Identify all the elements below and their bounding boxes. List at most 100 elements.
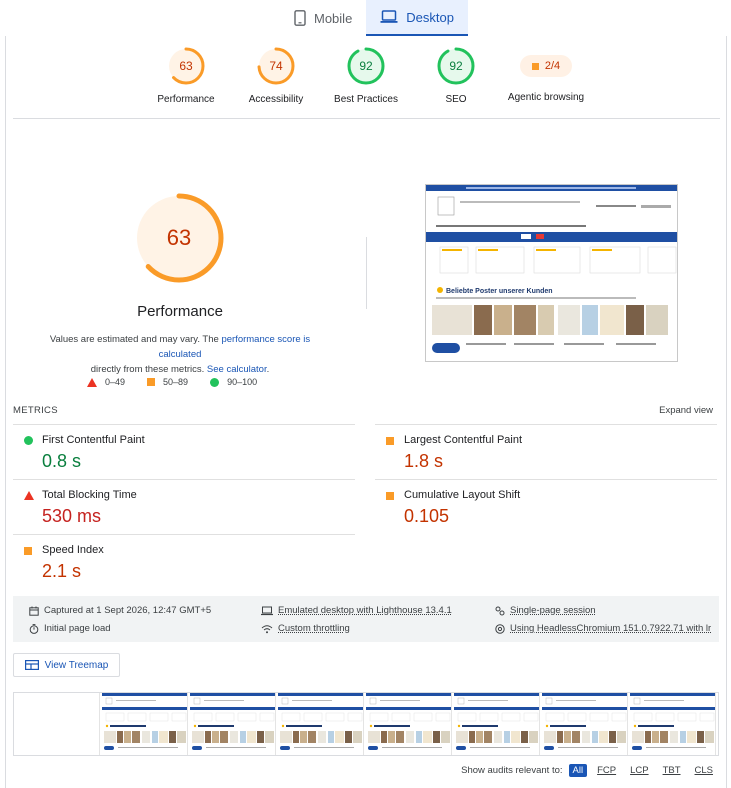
legend-fail-range: 0–49 <box>105 377 126 387</box>
performance-description: Values are estimated and may vary. The p… <box>30 332 330 377</box>
legend-pass: 90–100 <box>210 377 257 387</box>
filmstrip-frame <box>102 693 188 755</box>
page-preview-image: Beliebte Poster unserer Kunden <box>426 185 677 353</box>
legend-average: 50–89 <box>147 377 188 387</box>
phone-icon <box>294 10 306 26</box>
metric-total-blocking-time: Total Blocking Time 530 ms <box>13 479 355 535</box>
performance-gauge: 63 <box>167 47 205 85</box>
wifi-icon <box>261 624 273 633</box>
filter-chip-cls[interactable]: CLS <box>691 764 717 777</box>
filter-chip-lcp[interactable]: LCP <box>626 764 652 777</box>
tab-mobile[interactable]: Mobile <box>280 0 366 36</box>
legend-pass-range: 90–100 <box>227 377 258 387</box>
category-agentic-browsing[interactable]: 2/4 Agentic browsing <box>496 47 596 103</box>
filmstrip-frame <box>278 693 364 755</box>
agentic-browsing-label: Agentic browsing <box>507 92 585 103</box>
chromium-icon <box>495 623 505 634</box>
tab-desktop-label: Desktop <box>406 9 454 25</box>
seo-gauge: 92 <box>437 47 475 85</box>
device-tabs: Mobile Desktop <box>280 0 468 36</box>
pass-circle-icon <box>24 436 33 445</box>
filmstrip-frame <box>630 693 716 755</box>
throttling-text: Custom throttling <box>278 623 350 634</box>
average-square-icon <box>386 492 394 500</box>
performance-title: Performance <box>137 303 223 320</box>
captured-text: Captured at 1 Sept 2026, 12:47 GMT+5 <box>44 605 212 616</box>
filmstrip-frame <box>454 693 540 755</box>
filmstrip-frame <box>14 693 100 755</box>
preview-heading: Beliebte Poster unserer Kunden <box>446 288 553 295</box>
metric-cumulative-layout-shift: Cumulative Layout Shift 0.105 <box>375 479 717 535</box>
metric-name: Speed Index <box>42 544 104 556</box>
average-square-icon <box>531 62 539 70</box>
average-square-icon <box>386 437 394 445</box>
gauge-screenshot-divider <box>366 237 367 309</box>
metric-speed-index: Speed Index 2.1 s <box>13 534 355 590</box>
average-square-icon <box>147 378 156 386</box>
filter-label: Show audits relevant to: <box>461 765 563 776</box>
description-text-1: Values are estimated and may vary. The <box>49 334 222 345</box>
session-type[interactable]: Single-page session <box>495 605 596 616</box>
metric-name: Cumulative Layout Shift <box>404 489 521 501</box>
metric-first-contentful-paint: First Contentful Paint 0.8 s <box>13 424 355 480</box>
category-divider <box>13 118 720 119</box>
performance-big-gauge: 63 <box>134 193 224 283</box>
metric-name: Total Blocking Time <box>42 489 137 501</box>
browser-version[interactable]: Using HeadlessChromium 151.0.7922.71 wit… <box>495 623 711 634</box>
metrics-heading: METRICS <box>13 405 58 416</box>
metric-name: Largest Contentful Paint <box>404 434 523 446</box>
agentic-browsing-badge: 2/4 <box>520 55 572 77</box>
accessibility-score: 74 <box>269 59 283 73</box>
metric-value: 0.105 <box>404 506 450 526</box>
category-seo[interactable]: 92 SEO <box>406 47 506 105</box>
average-square-icon <box>24 547 32 555</box>
laptop-icon <box>261 606 273 615</box>
category-accessibility[interactable]: 74 Accessibility <box>226 47 326 105</box>
metrics-header: METRICS Expand view <box>13 405 713 416</box>
expand-view-toggle[interactable]: Expand view <box>659 405 713 416</box>
session-icon <box>495 606 505 615</box>
tab-desktop[interactable]: Desktop <box>366 0 468 36</box>
metric-value: 530 ms <box>42 506 102 526</box>
filter-chip-tbt[interactable]: TBT <box>659 764 685 777</box>
metric-value: 2.1 s <box>42 561 82 581</box>
tab-mobile-label: Mobile <box>314 10 353 26</box>
see-calculator-link[interactable]: See calculator <box>207 364 267 375</box>
final-screenshot[interactable]: Beliebte Poster unserer Kunden <box>425 184 678 362</box>
filter-chip-all[interactable]: All <box>568 764 588 777</box>
best-practices-score: 92 <box>359 59 373 73</box>
performance-label: Performance <box>157 94 215 105</box>
filmstrip-frame <box>190 693 276 755</box>
view-treemap-label: View Treemap <box>44 659 109 671</box>
session-text: Single-page session <box>510 605 596 616</box>
captured-at: Captured at 1 Sept 2026, 12:47 GMT+5 <box>29 605 211 616</box>
filmstrip <box>13 692 719 756</box>
performance-score: 63 <box>179 59 193 73</box>
runtime-settings: Captured at 1 Sept 2026, 12:47 GMT+5 Ini… <box>13 596 719 642</box>
throttling[interactable]: Custom throttling <box>261 623 350 634</box>
emulated-device[interactable]: Emulated desktop with Lighthouse 13.4.1 <box>261 605 452 616</box>
score-legend: 0–49 50–89 90–100 <box>87 377 257 387</box>
metric-largest-contentful-paint: Largest Contentful Paint 1.8 s <box>375 424 717 480</box>
accessibility-label: Accessibility <box>248 94 304 105</box>
metric-value: 0.8 s <box>42 451 82 471</box>
best-practices-gauge: 92 <box>347 47 385 85</box>
pass-circle-icon <box>210 377 220 387</box>
browser-text: Using HeadlessChromium 151.0.7922.71 wit… <box>510 623 712 634</box>
metric-name: First Contentful Paint <box>42 434 145 446</box>
initial-load-text: Initial page load <box>44 623 111 634</box>
fail-triangle-icon <box>24 491 34 500</box>
category-performance[interactable]: 63 Performance <box>136 47 236 105</box>
treemap-icon <box>24 660 39 670</box>
accessibility-gauge: 74 <box>257 47 295 85</box>
initial-page-load: Initial page load <box>29 623 111 634</box>
agentic-browsing-score: 2/4 <box>544 60 561 72</box>
legend-average-range: 50–89 <box>163 377 189 387</box>
performance-big-score: 63 <box>166 225 192 250</box>
category-best-practices[interactable]: 92 Best Practices <box>316 47 416 105</box>
description-text-2: directly from these metrics. <box>90 364 207 375</box>
view-treemap-button[interactable]: View Treemap <box>13 653 120 677</box>
filter-chip-fcp[interactable]: FCP <box>593 764 620 777</box>
best-practices-label: Best Practices <box>334 94 398 105</box>
description-text-3: . <box>266 364 270 375</box>
